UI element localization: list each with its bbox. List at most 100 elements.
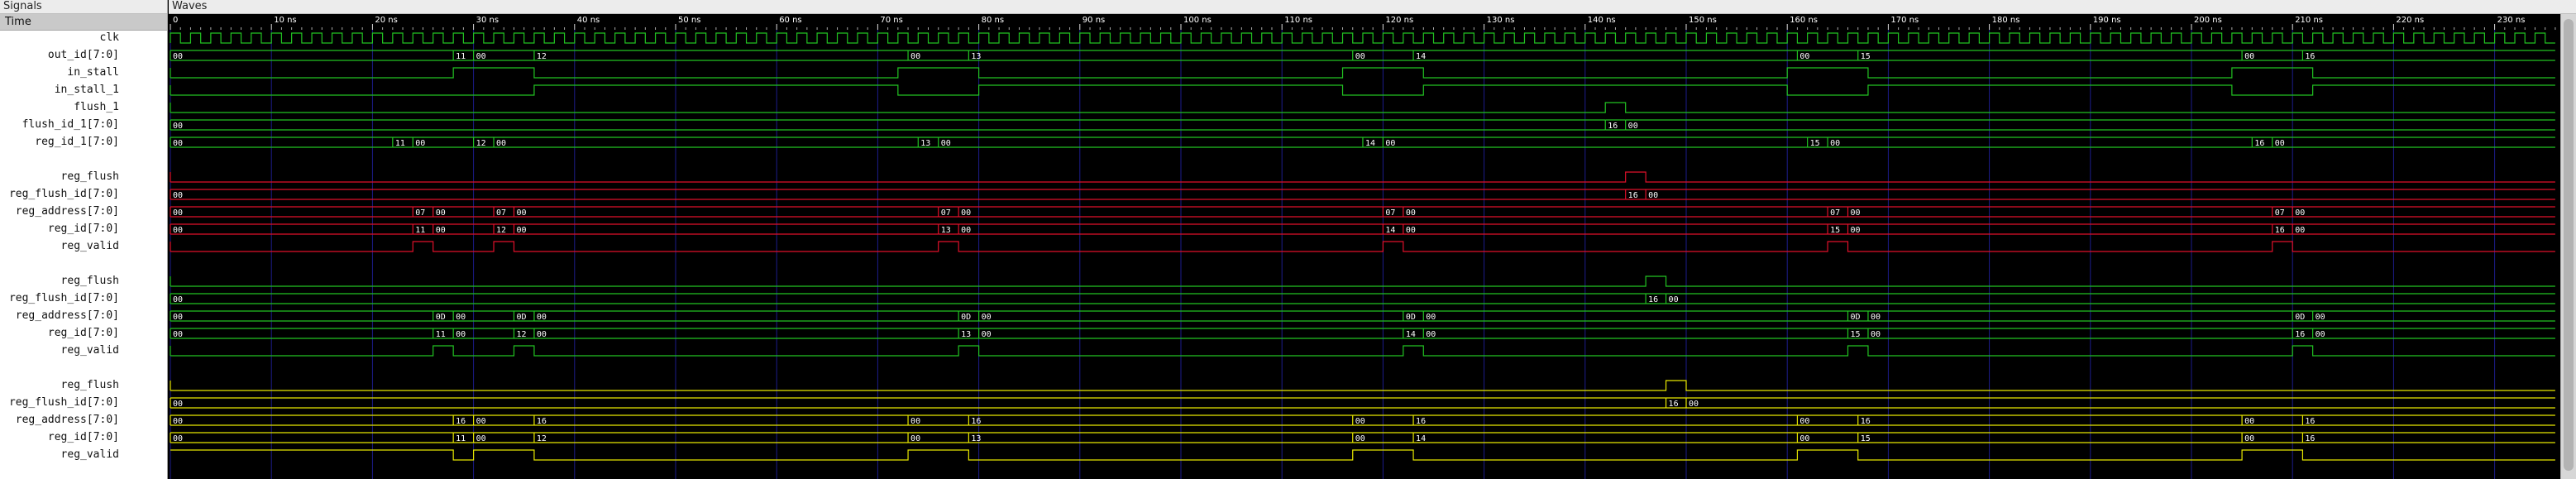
scrollbar-thumb[interactable] — [2564, 19, 2574, 471]
wave-row[interactable] — [170, 84, 2555, 96]
bus-value: 13 — [971, 434, 981, 443]
time-signal-header[interactable]: Time — [0, 14, 167, 31]
time-tick-label: 20 ns — [375, 16, 397, 25]
wave-row[interactable] — [170, 275, 2555, 287]
bit-wave — [170, 171, 2555, 183]
wave-row[interactable] — [170, 345, 2555, 357]
bus-value: 00 — [173, 208, 183, 218]
bus-value: 12 — [537, 434, 547, 443]
wave-row[interactable]: 00 11 00 12 00 13 00 14 00 15 00 16 — [170, 432, 2555, 443]
bus-value: 15 — [1861, 52, 1871, 61]
bus-value: 00 — [1406, 226, 1416, 235]
bus-value: 12 — [496, 226, 506, 235]
bus-value: 00 — [173, 400, 183, 409]
bus-value: 0D — [961, 313, 971, 322]
wave-row[interactable]: 00 16 00 — [170, 119, 2555, 131]
bus-value: 0D — [436, 313, 446, 322]
bus-value: 00 — [982, 313, 992, 322]
wave-row[interactable] — [170, 171, 2555, 183]
signal-label[interactable]: in_stall_1 — [55, 82, 119, 98]
signal-label[interactable]: reg_flush_id[7:0] — [9, 186, 119, 203]
wave-row[interactable] — [170, 102, 2555, 113]
wave-row[interactable]: 00 11 00 12 00 13 00 14 00 15 00 16 00 — [170, 223, 2555, 235]
bus-value: 00 — [516, 208, 526, 218]
signal-label[interactable]: reg_address[7:0] — [16, 308, 119, 324]
bus-value: 11 — [436, 330, 446, 339]
wave-row[interactable]: 00 16 00 — [170, 293, 2555, 304]
signal-label[interactable]: reg_flush — [61, 169, 119, 185]
signal-label[interactable]: reg_id[7:0] — [48, 429, 119, 446]
wave-row[interactable]: 00 16 00 16 00 16 00 16 00 16 00 16 — [170, 414, 2555, 426]
signal-label[interactable]: reg_flush_id[7:0] — [9, 395, 119, 411]
signal-label[interactable]: reg_valid — [61, 238, 119, 255]
bus-value: 00 — [2244, 434, 2254, 443]
wave-row[interactable] — [170, 380, 2555, 391]
signal-label[interactable]: reg_valid — [61, 447, 119, 463]
wave-row[interactable] — [170, 241, 2555, 252]
bus-value: 11 — [456, 434, 466, 443]
bus-value: 14 — [1385, 226, 1395, 235]
signal-label[interactable]: clk — [100, 30, 119, 46]
bus-value: 16 — [1608, 122, 1618, 131]
bus-value: 00 — [1426, 313, 1436, 322]
signal-label[interactable]: reg_flush_id[7:0] — [9, 290, 119, 307]
bus-value: 0D — [1851, 313, 1861, 322]
signal-label[interactable]: reg_id[7:0] — [48, 325, 119, 342]
time-tick-label: 60 ns — [779, 16, 801, 25]
time-tick-label: 150 ns — [1689, 16, 1717, 25]
time-tick-label: 170 ns — [1890, 16, 1919, 25]
wave-row[interactable] — [170, 32, 2555, 44]
bus-value: 16 — [1861, 417, 1871, 426]
wave-row[interactable] — [170, 67, 2555, 79]
wave-row[interactable]: 00 0D 00 0D 00 0D 00 0D 00 0D 00 0D 00 — [170, 310, 2555, 322]
signal-label[interactable]: reg_flush — [61, 273, 119, 290]
wave-row[interactable]: 00 11 00 12 00 13 00 14 00 15 00 16 00 — [170, 137, 2555, 148]
bus-value: 00 — [1648, 191, 1658, 200]
bus-value: 00 — [1355, 417, 1365, 426]
bus-value: 00 — [1406, 208, 1416, 218]
bus-value: 00 — [2244, 417, 2254, 426]
waves-pane[interactable]: Waves 0 10 ns 20 ns 30 ns 40 ns 50 ns 60 ns 70 … — [169, 0, 2576, 479]
wave-row[interactable]: 00 16 00 — [170, 397, 2555, 409]
signal-label[interactable]: reg_valid — [61, 342, 119, 359]
time-tick-label: 160 ns — [1790, 16, 1818, 25]
bus-value: 00 — [1799, 417, 1809, 426]
signal-label[interactable]: flush_id_1[7:0] — [22, 117, 119, 133]
time-tick-label: 230 ns — [2497, 16, 2526, 25]
waveform-canvas[interactable]: 0 10 ns 20 ns 30 ns 40 ns 50 ns 60 ns 70 ns 80 n… — [169, 14, 2561, 479]
bus-value: 00 — [1355, 434, 1365, 443]
bus-value: 00 — [173, 139, 183, 148]
signal-label[interactable]: out_id[7:0] — [48, 47, 119, 64]
bus-value: 00 — [436, 226, 446, 235]
signal-label[interactable]: reg_id_1[7:0] — [35, 134, 119, 151]
vertical-scrollbar[interactable] — [2560, 14, 2576, 479]
signal-label[interactable]: flush_1 — [74, 99, 119, 116]
bus-value: 00 — [173, 330, 183, 339]
bus-value: 16 — [1416, 417, 1426, 426]
time-tick-label: 140 ns — [1588, 16, 1616, 25]
wave-row[interactable]: 00 07 00 07 00 07 00 07 00 07 00 07 00 — [170, 206, 2555, 218]
bus-value: 00 — [961, 208, 971, 218]
wave-row[interactable]: 00 11 00 12 00 13 00 14 00 15 00 16 — [170, 50, 2555, 61]
time-tick-label: 100 ns — [1183, 16, 1212, 25]
wave-row[interactable]: 00 11 00 12 00 13 00 14 00 15 00 16 00 — [170, 328, 2555, 339]
signal-label[interactable]: in_stall — [67, 65, 119, 81]
bus-value: 00 — [1385, 139, 1395, 148]
time-tick-label: 220 ns — [2396, 16, 2424, 25]
signal-label[interactable]: reg_address[7:0] — [16, 412, 119, 429]
signal-label[interactable]: reg_id[7:0] — [48, 221, 119, 237]
signal-label[interactable]: reg_address[7:0] — [16, 204, 119, 220]
wave-row[interactable]: 00 16 00 — [170, 189, 2555, 200]
signal-label[interactable]: reg_flush — [61, 377, 119, 394]
wave-row[interactable] — [170, 449, 2555, 461]
bus-value: 00 — [436, 208, 446, 218]
bus-value: 16 — [1648, 295, 1658, 304]
clock-wave — [170, 32, 2555, 44]
bit-wave — [170, 241, 2555, 252]
signals-pane[interactable]: Signals Time clk out_id[7:0] in_stall in_st… — [0, 0, 168, 479]
time-ruler[interactable]: 0 10 ns 20 ns 30 ns 40 ns 50 ns 60 ns 70 ns 80 n… — [169, 14, 2561, 30]
bus-value: 11 — [456, 52, 466, 61]
bus-value: 15 — [1810, 139, 1820, 148]
bus-value: 13 — [920, 139, 930, 148]
time-tick-label: 90 ns — [1082, 16, 1105, 25]
